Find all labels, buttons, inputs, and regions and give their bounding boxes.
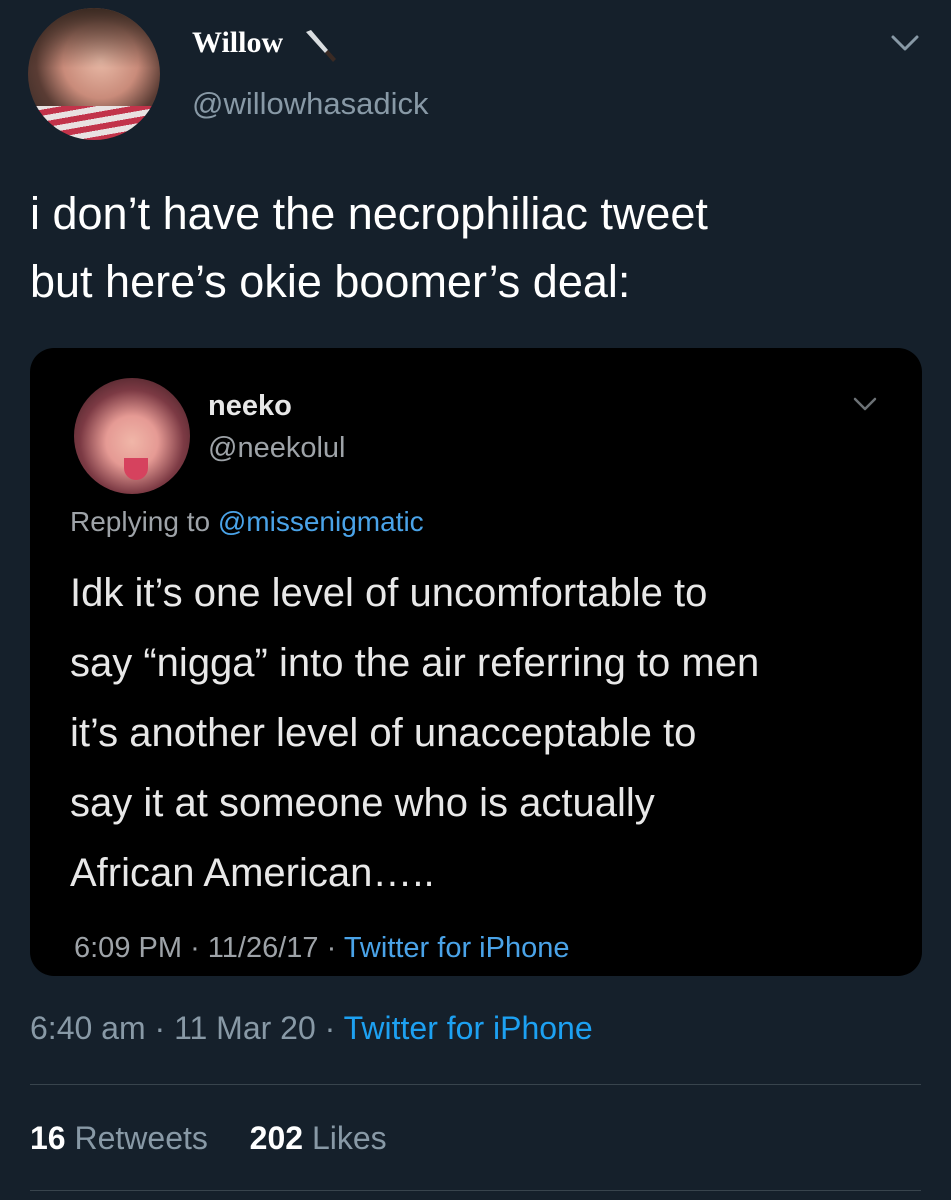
quoted-author-handle[interactable]: @neekolul — [208, 432, 345, 465]
avatar-tongue — [124, 458, 148, 480]
tweet-source-link[interactable]: Twitter for iPhone — [344, 1010, 593, 1046]
likes-stat[interactable]: 202 Likes — [250, 1120, 387, 1156]
tweet-text-line: i don’t have the necrophiliac tweet — [30, 188, 708, 239]
retweets-count: 16 — [30, 1120, 66, 1156]
tweet-meta: 6:40 am · 11 Mar 20 · Twitter for iPhone — [30, 1010, 593, 1047]
likes-count: 202 — [249, 1120, 304, 1156]
divider — [30, 1190, 921, 1191]
quoted-author-avatar[interactable] — [74, 378, 190, 494]
tweet-date: 11 Mar 20 — [174, 1010, 316, 1046]
quoted-tweet-meta: 6:09 PM · 11/26/17 · Twitter for iPhone — [74, 932, 569, 965]
retweets-stat[interactable]: 16 Retweets — [30, 1120, 217, 1156]
quoted-author-display-name[interactable]: neeko — [208, 390, 292, 423]
quoted-timestamp: 6:09 PM — [74, 932, 182, 964]
quoted-source-link[interactable]: Twitter for iPhone — [344, 932, 570, 964]
author-handle[interactable]: @willowhasadick — [192, 86, 429, 122]
avatar-shirt — [28, 106, 160, 140]
chevron-down-icon[interactable] — [888, 30, 922, 56]
tweet-stats: 16 Retweets 202 Likes — [30, 1120, 387, 1157]
quoted-text-line: African American….. — [70, 851, 435, 895]
meta-separator: · — [190, 932, 200, 964]
quoted-text-line: say it at someone who is actually — [70, 781, 655, 825]
chevron-down-icon[interactable] — [850, 394, 880, 414]
meta-separator: · — [326, 932, 337, 964]
likes-label: Likes — [311, 1120, 387, 1156]
quoted-tweet-text: Idk it’s one level of uncomfortable to s… — [70, 558, 910, 908]
quoted-text-line: Idk it’s one level of uncomfortable to — [70, 571, 708, 615]
replying-to: Replying to @missenigmatic — [70, 506, 424, 538]
replying-to-prefix: Replying to — [70, 506, 211, 537]
replying-to-mention[interactable]: @missenigmatic — [218, 506, 424, 537]
meta-separator: · — [154, 1010, 166, 1046]
tweet-timestamp: 6:40 am — [30, 1010, 146, 1046]
retweets-label: Retweets — [74, 1120, 208, 1156]
meta-separator: · — [324, 1010, 336, 1046]
quoted-tweet-card[interactable]: neeko @neekolul Replying to @missenigmat… — [30, 348, 922, 976]
tweet-text-line: but here’s okie boomer’s deal: — [30, 256, 631, 307]
divider — [30, 1084, 921, 1085]
author-avatar[interactable] — [28, 8, 160, 140]
knife-icon — [306, 30, 336, 62]
author-display-name[interactable]: Willow — [192, 26, 283, 60]
quoted-text-line: it’s another level of unacceptable to — [70, 711, 697, 755]
quoted-text-line: say “nigga” into the air referring to me… — [70, 641, 760, 685]
tweet-text: i don’t have the necrophiliac tweet but … — [30, 180, 910, 316]
avatar-hair — [28, 8, 160, 68]
quoted-date: 11/26/17 — [207, 932, 319, 964]
